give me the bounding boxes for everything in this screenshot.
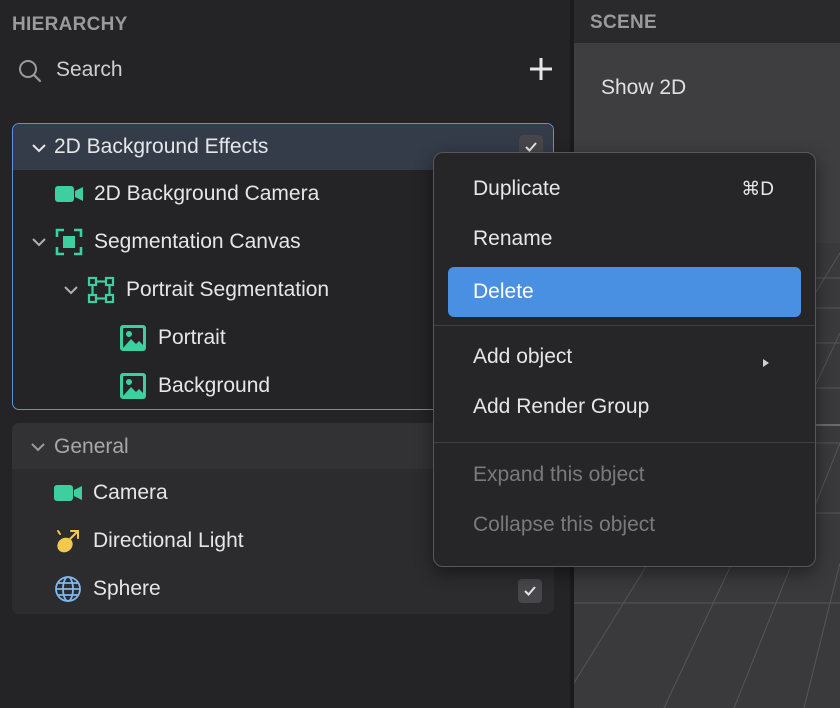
tree-item-label: Background: [158, 374, 271, 397]
menu-item-label: Collapse this object: [473, 513, 656, 536]
chevron-down-icon[interactable]: [62, 281, 80, 299]
search-icon[interactable]: [17, 58, 43, 84]
sphere-icon: [53, 575, 83, 603]
chevron-down-icon[interactable]: [29, 438, 47, 456]
chevron-right-icon: [761, 351, 771, 367]
image-icon: [118, 372, 148, 400]
tree-item-label: 2D Background Camera: [94, 182, 320, 205]
tree-item-label: Directional Light: [93, 529, 244, 552]
menu-item-label: Add Render Group: [473, 395, 650, 418]
tree-item-label: Portrait: [158, 326, 226, 349]
menu-item-expand-this-object[interactable]: Expand this object: [448, 450, 801, 500]
menu-item-label: Delete: [473, 280, 534, 303]
tree-item-portrait[interactable]: Portrait: [118, 318, 226, 358]
chevron-down-icon[interactable]: [30, 139, 48, 157]
search-input[interactable]: Search: [56, 58, 123, 82]
plus-icon[interactable]: [526, 54, 556, 84]
menu-item-label: Duplicate: [473, 177, 561, 200]
tree-item-label: Portrait Segmentation: [126, 278, 330, 301]
light-icon: [53, 527, 83, 555]
chevron-down-icon[interactable]: [30, 233, 48, 251]
scene-title: SCENE: [590, 12, 657, 33]
tree-item-camera[interactable]: Camera: [53, 473, 168, 513]
tree-item-background[interactable]: Background: [118, 366, 270, 406]
menu-separator: [434, 325, 815, 326]
tree-item-2d-background-camera[interactable]: 2D Background Camera: [54, 174, 319, 214]
group-name[interactable]: General: [54, 427, 129, 467]
menu-item-duplicate[interactable]: Duplicate ⌘D: [448, 164, 801, 214]
tree-item-sphere[interactable]: Sphere: [53, 569, 161, 609]
tree-item-segmentation-canvas[interactable]: Segmentation Canvas: [54, 222, 301, 262]
group-name[interactable]: 2D Background Effects: [54, 127, 268, 167]
camera-icon: [54, 180, 84, 208]
canvas-icon: [54, 228, 84, 256]
hierarchy-title: HIERARCHY: [12, 14, 128, 35]
segmentation-icon: [86, 276, 116, 304]
tree-item-portrait-segmentation[interactable]: Portrait Segmentation: [86, 270, 329, 310]
menu-item-add-object[interactable]: Add object: [448, 332, 801, 382]
context-menu: Duplicate ⌘D Rename Delete Add object Ad…: [433, 152, 816, 567]
menu-item-label: Rename: [473, 227, 553, 250]
show-2d-toggle[interactable]: Show 2D: [601, 76, 686, 100]
menu-item-rename[interactable]: Rename: [448, 214, 801, 264]
visibility-checkbox[interactable]: [518, 579, 542, 603]
menu-item-label: Add object: [473, 345, 573, 368]
menu-separator: [434, 442, 815, 443]
image-icon: [118, 324, 148, 352]
camera-icon: [53, 479, 83, 507]
shortcut-label: ⌘D: [741, 178, 774, 200]
menu-item-collapse-this-object[interactable]: Collapse this object: [448, 500, 801, 550]
tree-item-label: Sphere: [93, 577, 161, 600]
tree-item-label: Segmentation Canvas: [94, 230, 301, 253]
menu-item-add-render-group[interactable]: Add Render Group: [448, 382, 801, 432]
menu-item-delete[interactable]: Delete: [448, 267, 801, 317]
menu-item-label: Expand this object: [473, 463, 645, 486]
tree-item-label: Camera: [93, 481, 168, 504]
tree-item-directional-light[interactable]: Directional Light: [53, 521, 244, 561]
